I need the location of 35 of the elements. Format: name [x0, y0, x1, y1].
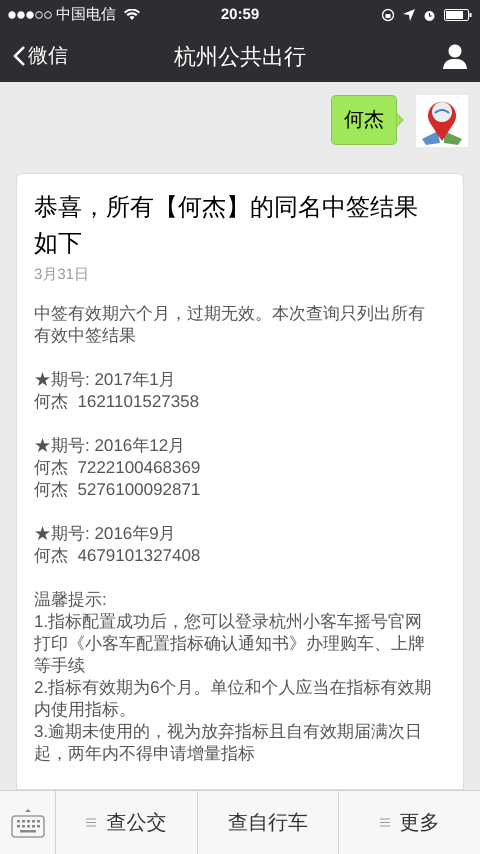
result-entry: 何杰 4679101327408	[34, 544, 202, 566]
article-title: 恭喜，所有【何杰】的同名中签结果如下	[34, 193, 419, 259]
signal-icon	[8, 11, 52, 19]
result-entry: 何杰 5276100092871	[34, 478, 202, 500]
bubble-tail	[396, 113, 404, 127]
tip-text: 3.逾期未使用的，视为放弃指标且自有效期届满次日起，两年内不得申请增量指标	[34, 720, 424, 764]
alarm-icon	[423, 8, 436, 22]
location-icon	[403, 9, 415, 21]
menu-icon	[86, 818, 96, 827]
tips-heading: 温馨提示:	[34, 588, 108, 610]
menu-tab[interactable]: 更多	[339, 791, 480, 854]
rotation-lock-icon	[381, 8, 395, 22]
carrier-text: 中国电信	[56, 4, 116, 25]
chat-title: 杭州公共出行	[174, 42, 306, 70]
menu-icon	[380, 818, 390, 827]
person-icon	[442, 43, 468, 69]
period-text: ★期号: 2017年1月	[34, 368, 177, 390]
article-date: 3月31日	[34, 265, 90, 285]
profile-button[interactable]	[442, 43, 468, 69]
back-icon	[12, 45, 26, 67]
intro-paragraph: 中签有效期六个月，过期无效。本次查询只列出所有有效中签结果	[34, 302, 426, 346]
wifi-icon	[124, 9, 140, 21]
tip-text: 1.指标配置成功后，您可以登录杭州小客车摇号官网打印《小客车配置指标确认通知书》办理购车、上牌等手续	[34, 610, 426, 676]
period-text: ★期号: 2016年9月	[34, 522, 177, 544]
tip-text: 2.指标有效期为6个月。单位和个人应当在指标有效期内使用指标。	[34, 676, 433, 720]
message-bubble: 何杰	[331, 95, 397, 145]
battery-icon	[444, 9, 472, 21]
menu-tab[interactable]: 查自行车	[198, 791, 340, 854]
back-button[interactable]: 微信	[12, 41, 68, 71]
clock-text: 20:59	[220, 4, 260, 25]
menu-tab[interactable]: 查公交	[56, 791, 198, 854]
keyboard-icon	[10, 808, 44, 838]
result-entry: 何杰 7222100468369	[34, 456, 202, 478]
result-entry: 何杰 1621101527358	[34, 390, 200, 412]
period-text: ★期号: 2016年12月	[34, 434, 186, 456]
